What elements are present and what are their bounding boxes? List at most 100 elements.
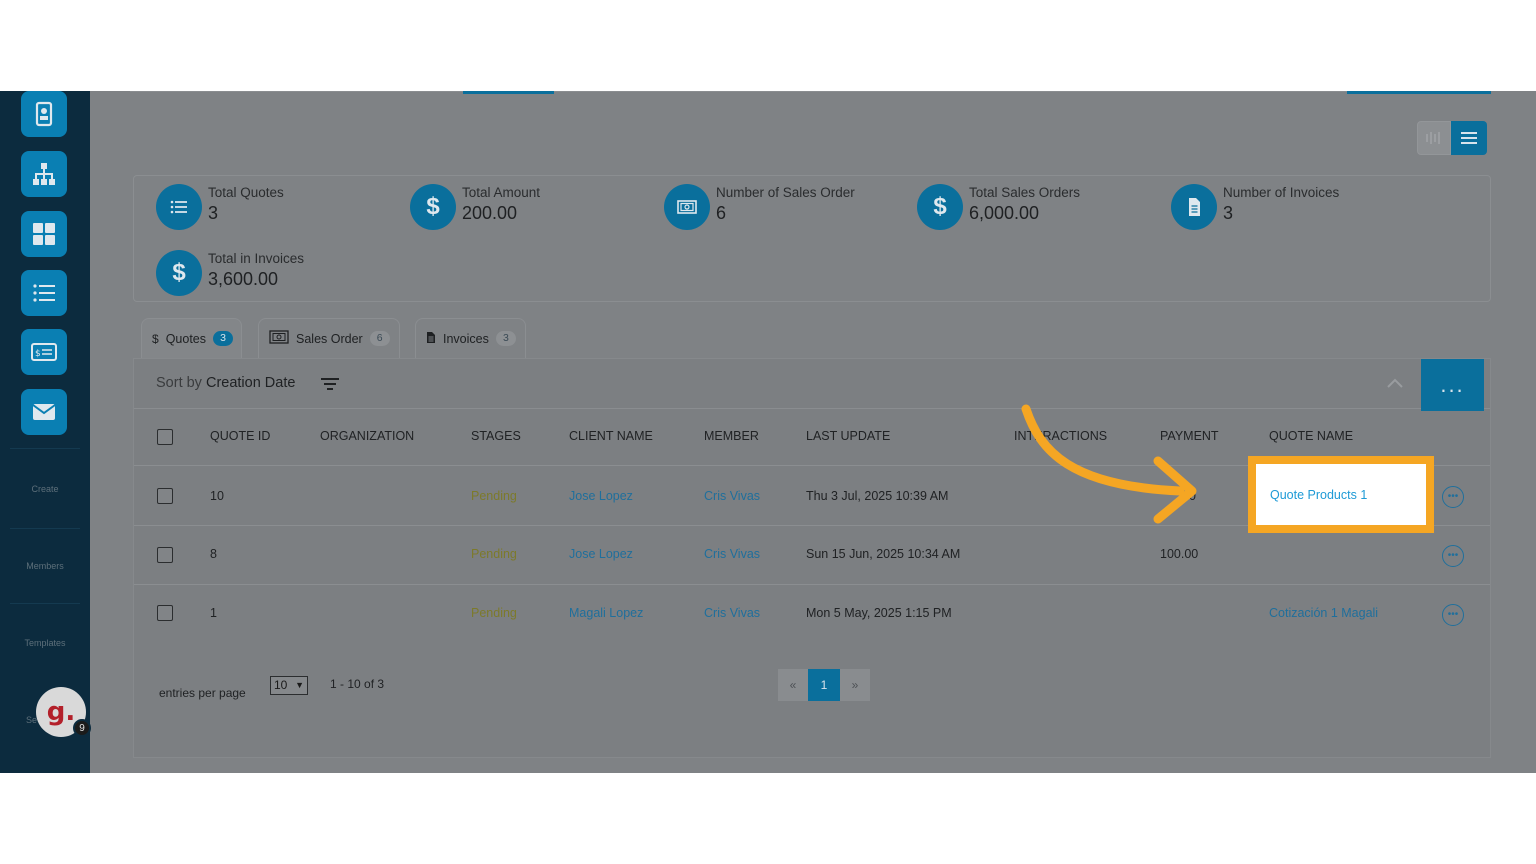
cell-payment: 100.00: [1160, 547, 1199, 561]
cell-quote-id: 8: [210, 547, 217, 561]
list-icon: [156, 184, 202, 230]
pagination-prev[interactable]: «: [778, 669, 808, 701]
dollar-icon: $: [156, 250, 202, 296]
stat-value: 6,000.00: [969, 203, 1040, 223]
cell-client-link[interactable]: Magali Lopez: [569, 606, 643, 620]
stat-label: Total Amount: [462, 185, 541, 200]
sort-prefix: Sort by: [156, 375, 202, 391]
row-checkbox[interactable]: [157, 547, 173, 563]
cell-last-update: Sun 15 Jun, 2025 10:34 AM: [806, 547, 961, 561]
pagination-page-current[interactable]: 1: [808, 669, 840, 701]
kanban-view-button[interactable]: [1417, 121, 1451, 155]
chevron-up-icon[interactable]: [1386, 377, 1404, 389]
tutorial-arrow-icon: [1021, 404, 1197, 524]
stat-label: Total Sales Orders: [969, 185, 1081, 200]
cell-stage: Pending: [471, 547, 517, 561]
chevron-down-icon: ▼: [295, 680, 304, 690]
stat-value: 3: [208, 203, 219, 223]
column-header-organization[interactable]: ORGANIZATION: [320, 429, 414, 443]
sales-order-icon: [269, 330, 289, 347]
entries-per-page-select[interactable]: 10 ▼: [270, 676, 308, 695]
cell-member-link[interactable]: Cris Vivas: [704, 489, 760, 503]
sidebar-partial-label: Se: [26, 715, 38, 725]
stat-value: 200.00: [462, 203, 518, 223]
tab-quotes[interactable]: $ Quotes 3: [141, 318, 242, 358]
list-view-button[interactable]: [1451, 121, 1487, 155]
cell-quote-name-link[interactable]: Cotización 1 Magali: [1269, 606, 1378, 620]
document-icon: [426, 331, 436, 347]
cell-last-update: Mon 5 May, 2025 1:15 PM: [806, 606, 952, 620]
column-header-quote-id[interactable]: QUOTE ID: [210, 429, 270, 443]
cell-quote-id: 1: [210, 606, 217, 620]
column-header-stages[interactable]: STAGES: [471, 429, 521, 443]
cell-stage: Pending: [471, 606, 517, 620]
stat-value: 3: [1223, 203, 1234, 223]
tab-label: Quotes: [165, 331, 206, 346]
column-header-last-update[interactable]: LAST UPDATE: [806, 429, 890, 443]
sidebar-divider: [10, 603, 80, 604]
quote-name-link-highlighted[interactable]: Quote Products 1: [1256, 464, 1426, 525]
sidebar-create-label[interactable]: Create: [0, 484, 90, 494]
pagination-next[interactable]: »: [840, 669, 870, 701]
column-header-client-name[interactable]: CLIENT NAME: [569, 429, 653, 443]
sidebar-dashboard-button[interactable]: [21, 211, 67, 257]
tab-label: Invoices: [443, 331, 489, 346]
top-divider: [130, 91, 1490, 92]
view-toggle: [1417, 121, 1487, 155]
cell-last-update: Thu 3 Jul, 2025 10:39 AM: [806, 489, 949, 503]
pagination: « 1 »: [778, 669, 870, 701]
row-divider: [134, 584, 1490, 585]
mail-icon: [32, 404, 56, 420]
stat-label: Total in Invoices: [208, 251, 305, 266]
tab-sales-order[interactable]: Sales Order 6: [258, 318, 400, 358]
sort-bar: Sort by Creation Date ...: [134, 359, 1490, 411]
stat-label: Number of Sales Order: [716, 185, 855, 200]
row-options-icon[interactable]: •••: [1442, 604, 1464, 626]
dollar-icon: $: [410, 184, 456, 230]
tab-count-badge: 3: [495, 331, 516, 346]
column-header-member[interactable]: MEMBER: [704, 429, 759, 443]
row-checkbox[interactable]: [157, 605, 173, 621]
tab-invoices[interactable]: Invoices 3: [415, 318, 526, 358]
stat-label: Number of Invoices: [1223, 185, 1340, 200]
contact-card-icon: [35, 101, 53, 127]
cell-member-link[interactable]: Cris Vivas: [704, 547, 760, 561]
sidebar: $ Create Members Templates Se g. 9: [0, 91, 91, 773]
row-checkbox[interactable]: [157, 488, 173, 504]
sort-control[interactable]: Sort by Creation Date: [156, 375, 295, 391]
cell-stage: Pending: [471, 489, 517, 503]
sidebar-billing-button[interactable]: $: [21, 329, 67, 375]
sidebar-members-label[interactable]: Members: [0, 561, 90, 571]
cell-quote-id: 10: [210, 489, 224, 503]
top-tab-indicator: [463, 91, 554, 94]
kanban-icon: [1426, 132, 1440, 144]
sidebar-list-button[interactable]: [21, 270, 67, 316]
cell-client-link[interactable]: Jose Lopez: [569, 489, 633, 503]
summary-card: Total Quotes 3 $ Total Amount 200.00 Num…: [133, 175, 1491, 302]
tab-label: Sales Order: [296, 331, 363, 346]
column-header-quote-name[interactable]: QUOTE NAME: [1269, 429, 1353, 443]
entries-per-page-label: entries per page: [159, 686, 246, 700]
document-icon: [1171, 184, 1217, 230]
billing-card-icon: $: [31, 343, 57, 361]
sidebar-organization-button[interactable]: [21, 151, 67, 197]
top-action-indicator: [1347, 91, 1491, 94]
select-all-checkbox[interactable]: [157, 429, 173, 445]
sidebar-mail-button[interactable]: [21, 389, 67, 435]
sort-lines-icon[interactable]: [320, 376, 340, 392]
hamburger-icon: [1461, 132, 1477, 144]
quotes-table-panel: Sort by Creation Date ... QUOTE ID ORGAN…: [133, 358, 1491, 758]
sidebar-contacts-button[interactable]: [21, 91, 67, 137]
app-stage: $ Create Members Templates Se g. 9 Total…: [0, 91, 1536, 773]
row-options-icon[interactable]: •••: [1442, 486, 1464, 508]
stat-value: 6: [716, 203, 727, 223]
cell-client-link[interactable]: Jose Lopez: [569, 547, 633, 561]
row-options-icon[interactable]: •••: [1442, 545, 1464, 567]
sidebar-divider: [10, 528, 80, 529]
pagination-range: 1 - 10 of 3: [330, 677, 385, 691]
stat-value: 3,600.00: [208, 269, 279, 289]
more-actions-button[interactable]: ...: [1421, 359, 1484, 411]
sidebar-templates-label[interactable]: Templates: [0, 638, 90, 648]
svg-text:$: $: [35, 349, 41, 359]
cell-member-link[interactable]: Cris Vivas: [704, 606, 760, 620]
